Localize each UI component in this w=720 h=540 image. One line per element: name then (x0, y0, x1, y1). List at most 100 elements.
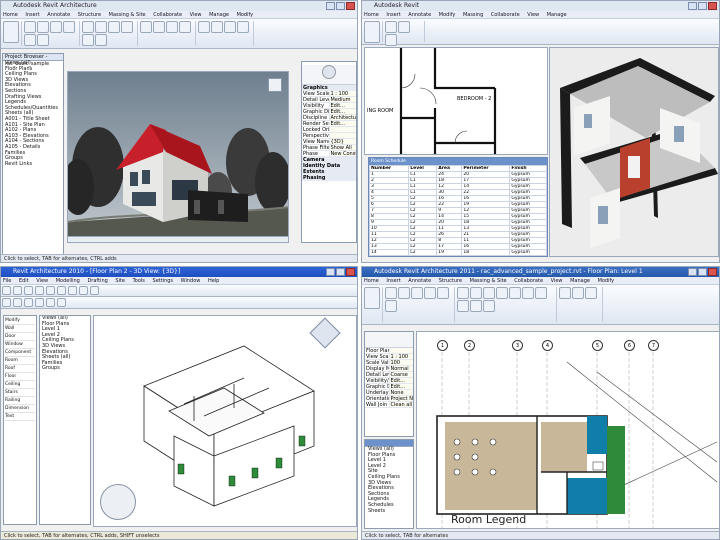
render-viewport[interactable] (67, 71, 289, 243)
select-tool-icon[interactable] (364, 21, 380, 43)
type-properties-icon[interactable] (398, 21, 410, 33)
grid-bubble[interactable]: 6 (624, 340, 635, 351)
menu-help[interactable]: Help (208, 278, 219, 284)
menu-site[interactable]: Site (115, 278, 125, 284)
area-tool-icon[interactable] (153, 21, 165, 33)
tab-modify[interactable]: Modify (598, 278, 615, 284)
design-bar-tool[interactable]: Dimension (5, 405, 35, 413)
railing-tool-icon[interactable] (121, 21, 133, 33)
window-tool-icon[interactable] (50, 21, 62, 33)
property-value[interactable]: None (388, 390, 413, 395)
offset-icon[interactable] (470, 287, 482, 299)
grid-bubble[interactable]: 3 (512, 340, 523, 351)
minimize-button[interactable] (688, 268, 697, 276)
tab-manage[interactable]: Manage (209, 12, 229, 18)
steering-wheel-icon[interactable] (100, 484, 136, 520)
design-bar-tool[interactable]: Door (5, 333, 35, 341)
tab-view[interactable]: View (551, 278, 563, 284)
tab-insert[interactable]: Insert (386, 278, 400, 284)
menu-tools[interactable]: Tools (133, 278, 145, 284)
column-tool-icon[interactable] (24, 34, 36, 46)
tab-insert[interactable]: Insert (25, 12, 39, 18)
close-button[interactable] (708, 268, 717, 276)
tab-annotate[interactable]: Annotate (408, 278, 431, 284)
scale-icon[interactable] (483, 300, 495, 312)
paste-icon[interactable] (385, 34, 397, 46)
stair-tool-icon[interactable] (95, 34, 107, 46)
tab-modify[interactable]: Modify (439, 12, 456, 18)
maximize-button[interactable] (336, 268, 345, 276)
tag-tool-icon[interactable] (166, 21, 178, 33)
browser-item[interactable]: Revit Links (5, 161, 63, 168)
property-value[interactable] (388, 348, 413, 353)
properties-icon[interactable] (385, 21, 397, 33)
modify-tool-icon[interactable] (3, 21, 19, 43)
maximize-button[interactable] (698, 2, 707, 10)
tab-collaborate[interactable]: Collaborate (514, 278, 543, 284)
tab-collaborate[interactable]: Collaborate (491, 12, 520, 18)
floor-plan-view[interactable]: 1 2 3 4 5 6 7 Room Legend (416, 331, 719, 529)
tab-home[interactable]: Home (3, 12, 18, 18)
pin-icon[interactable] (559, 287, 571, 299)
property-value[interactable]: 100 (388, 360, 413, 365)
property-value[interactable]: Edit... (328, 121, 356, 126)
type-selector[interactable] (302, 65, 356, 85)
modify-tool-icon[interactable] (364, 287, 380, 309)
schedule-row[interactable]: 15L21013Gypsum (369, 255, 547, 256)
align-icon[interactable] (457, 287, 469, 299)
property-value[interactable]: Edit... (328, 103, 356, 108)
copy-icon[interactable] (57, 286, 66, 295)
delete-icon[interactable] (572, 287, 584, 299)
design-bar-tool[interactable]: Component (5, 349, 35, 357)
design-bar-tool[interactable]: Stairs (5, 389, 35, 397)
property-value[interactable]: {3D} (328, 139, 356, 144)
3d-view[interactable] (93, 315, 357, 527)
tab-view[interactable]: View (527, 12, 539, 18)
view-control-bar[interactable] (68, 236, 288, 242)
cut-icon[interactable] (46, 286, 55, 295)
property-row[interactable]: Wall Join Clean all (365, 402, 413, 408)
roof-tool-icon[interactable] (37, 34, 49, 46)
paste-icon[interactable] (385, 287, 397, 299)
design-bar-tool[interactable]: Floor (5, 373, 35, 381)
level-tool-icon[interactable] (211, 21, 223, 33)
property-value[interactable]: Edit... (388, 378, 413, 383)
property-value[interactable]: Medium (328, 97, 356, 102)
split-face-icon[interactable] (437, 287, 449, 299)
tab-home[interactable]: Home (364, 278, 379, 284)
tab-manage[interactable]: Manage (547, 12, 567, 18)
property-value[interactable] (328, 127, 356, 132)
room-tool-icon[interactable] (140, 21, 152, 33)
grid-bubble[interactable]: 4 (542, 340, 553, 351)
browser-item[interactable]: Groups (42, 366, 90, 372)
design-bar-tool[interactable]: Ceiling (5, 381, 35, 389)
grid-bubble[interactable]: 2 (464, 340, 475, 351)
type-selector[interactable] (365, 332, 413, 348)
property-value[interactable]: Edit... (328, 109, 356, 114)
section-3d-view[interactable] (549, 47, 719, 257)
move-icon[interactable] (496, 287, 508, 299)
ceiling-tool-icon[interactable] (82, 21, 94, 33)
new-file-icon[interactable] (2, 286, 11, 295)
property-value[interactable]: 1 : 100 (328, 91, 356, 96)
trim-icon[interactable] (535, 287, 547, 299)
tab-annotate[interactable]: Annotate (47, 12, 70, 18)
close-button[interactable] (346, 2, 355, 10)
grid-bubble[interactable]: 7 (648, 340, 659, 351)
split-icon[interactable] (57, 298, 66, 307)
array-icon[interactable] (35, 298, 44, 307)
property-value[interactable] (328, 133, 356, 138)
tab-massing[interactable]: Massing (463, 12, 483, 18)
design-bar-tool[interactable]: Modify (5, 317, 35, 325)
design-bar-tool[interactable]: Room (5, 357, 35, 365)
property-value[interactable]: Normal (388, 366, 413, 371)
door-tool-icon[interactable] (37, 21, 49, 33)
minimize-button[interactable] (326, 268, 335, 276)
minimize-button[interactable] (688, 2, 697, 10)
datum-tool-icon[interactable] (198, 21, 210, 33)
ramp-tool-icon[interactable] (82, 34, 94, 46)
maximize-button[interactable] (698, 268, 707, 276)
property-value[interactable]: Project North (388, 396, 413, 401)
design-bar-tool[interactable]: Text (5, 413, 35, 421)
design-bar-tool[interactable]: Window (5, 341, 35, 349)
